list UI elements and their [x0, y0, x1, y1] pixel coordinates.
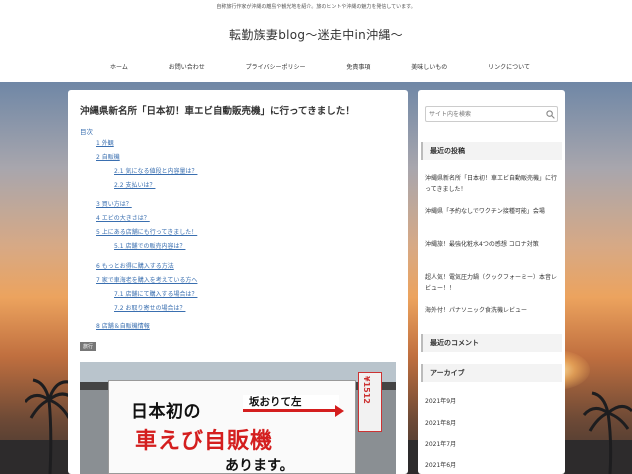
sign-line-3: あります。	[225, 458, 294, 474]
toc-item[interactable]: 7.1 店舗にて購入する場合は？	[114, 289, 197, 298]
recent-post-link[interactable]: 海外付！パナソニック食洗機レビュー	[425, 305, 558, 316]
toc-item[interactable]: 2 自販機	[96, 152, 120, 161]
site-tagline: 自称旅行作家が沖縄の離島や観光地を紹介。旅のヒントや沖縄の魅力を発信しています。	[216, 4, 416, 10]
sign-arrow-text: 坂おりて左	[249, 396, 302, 408]
toc-item[interactable]: 2.1 気になる値段と内容量は？	[114, 166, 197, 175]
palm-tree-right	[582, 391, 632, 474]
archive-link[interactable]: 2021年8月	[425, 418, 456, 427]
arrow-right-icon	[335, 405, 344, 417]
archive-link[interactable]: 2021年6月	[425, 460, 456, 469]
nav-disclaimer[interactable]: 免責事項	[346, 62, 370, 71]
nav-links[interactable]: リンクについて	[488, 62, 530, 71]
recent-posts-heading-label: 最近の投稿	[430, 147, 465, 155]
recent-comments-heading-label: 最近のコメント	[430, 339, 479, 347]
recent-posts-heading: 最近の投稿	[421, 142, 562, 160]
archive-heading: アーカイブ	[421, 364, 562, 382]
nav-contact[interactable]: お問い合わせ	[169, 62, 205, 71]
category-badge[interactable]: 旅行	[80, 342, 97, 351]
nav-food[interactable]: 美味しいもの	[411, 62, 447, 71]
archive-link[interactable]: 2021年9月	[425, 396, 456, 405]
toc-heading[interactable]: 目次	[80, 126, 93, 136]
toc-item[interactable]: 4 エビの大きさは？	[96, 213, 150, 222]
recent-post-link[interactable]: 沖縄県新名所「日本初！車エビ自動販売機」に行ってきました！	[425, 173, 558, 195]
toc-item[interactable]: 3 買い方は？	[96, 199, 132, 208]
nav-home[interactable]: ホーム	[110, 62, 128, 71]
global-nav: ホーム お問い合わせ プライバシーポリシー 免責事項 美味しいもの リンクについ…	[110, 62, 530, 71]
site-header: 自称旅行作家が沖縄の離島や観光地を紹介。旅のヒントや沖縄の魅力を発信しています。…	[0, 0, 632, 82]
archive-heading-label: アーカイブ	[430, 369, 465, 377]
article-card: 沖縄県新名所「日本初！車エビ自動販売機」に行ってきました！ 目次 1 外観 2 …	[68, 90, 408, 474]
toc-item[interactable]: 1 外観	[96, 138, 114, 147]
toc-item[interactable]: 7.2 お取り寄せの場合は？	[114, 303, 185, 312]
recent-post-link[interactable]: 超人気！電気圧力鍋（クックフォーミー）本音レビュー！！	[425, 272, 558, 294]
toc-item[interactable]: 8 店舗＆自販機情報	[96, 321, 150, 330]
recent-comments-heading: 最近のコメント	[421, 334, 562, 352]
toc-item[interactable]: 2.2 支払いは？	[114, 180, 155, 189]
toc-item[interactable]: 5.1 店舗での販売内容は？	[114, 241, 185, 250]
search-input[interactable]	[429, 109, 539, 119]
toc-item[interactable]: 5 上にある店舗にも行ってきました！	[96, 227, 197, 236]
recent-post-link[interactable]: 沖縄旅！最強化粧水4つの感想 コロナ対策	[425, 239, 558, 250]
archive-link[interactable]: 2021年7月	[425, 439, 456, 448]
sign-line-1: 日本初の	[131, 402, 201, 422]
sign-line-2: 車えび自販機	[135, 429, 274, 454]
nav-privacy-policy[interactable]: プライバシーポリシー	[246, 62, 306, 71]
toc-item[interactable]: 6 もっとお得に購入する方法	[96, 261, 174, 270]
sidebar: 最近の投稿 沖縄県新名所「日本初！車エビ自動販売機」に行ってきました！ 沖縄県「…	[418, 90, 565, 474]
search-box	[425, 106, 558, 122]
article-photo: 日本初の 坂おりて左 車えび自販機 あります。 ¥1512	[80, 362, 396, 474]
vending-sign: 日本初の 坂おりて左 車えび自販機 あります。	[108, 380, 356, 474]
article-title: 沖縄県新名所「日本初！車エビ自動販売機」に行ってきました！	[80, 106, 355, 117]
recent-post-link[interactable]: 沖縄県「予約なしでワクチン接種可能」会場	[425, 206, 558, 217]
search-icon[interactable]	[546, 110, 555, 119]
toc-item[interactable]: 7 家で車海老を購入を考えている方へ	[96, 275, 197, 284]
site-title[interactable]: 転勤族妻blog〜迷走中in沖縄〜	[0, 26, 632, 43]
photo-sky	[80, 362, 396, 382]
price-sign-text: ¥1512	[362, 376, 371, 404]
